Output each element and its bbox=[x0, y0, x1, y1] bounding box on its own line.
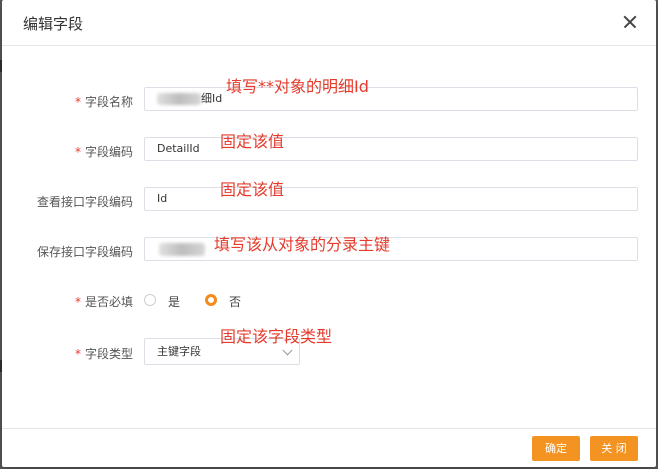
query-code-input[interactable]: Id bbox=[144, 187, 638, 211]
required-mark: * bbox=[74, 95, 81, 109]
edit-field-dialog: 编辑字段 * 字段名称 细Id 填写**对象的明细Id * 字段编码 DetailI… bbox=[2, 0, 656, 467]
radio-no[interactable] bbox=[205, 294, 217, 306]
required-label: * 是否必填 bbox=[75, 293, 133, 310]
required-mark: * bbox=[74, 347, 81, 361]
dialog-header: 编辑字段 bbox=[2, 0, 656, 46]
annotation-field-name: 填写**对象的明细Id bbox=[226, 77, 369, 96]
field-type-label-text: 字段类型 bbox=[84, 347, 133, 361]
radio-no-label: 否 bbox=[229, 295, 242, 309]
query-code-label: 查看接口字段编码 bbox=[36, 195, 133, 209]
field-name-label-text: 字段名称 bbox=[84, 95, 133, 109]
annotation-query-code: 固定该值 bbox=[220, 180, 285, 199]
radio-yes[interactable] bbox=[144, 294, 156, 306]
field-type-value: 主键字段 bbox=[157, 345, 201, 358]
field-type-label: * 字段类型 bbox=[75, 345, 133, 362]
annotation-field-code: 固定该值 bbox=[220, 132, 285, 151]
required-label-text: 是否必填 bbox=[84, 295, 133, 309]
save-code-label: 保存接口字段编码 bbox=[36, 245, 133, 259]
field-code-input[interactable]: DetailId bbox=[144, 137, 638, 161]
dialog-title: 编辑字段 bbox=[23, 15, 84, 33]
field-name-input[interactable]: 细Id bbox=[144, 87, 638, 111]
field-code-label: * 字段编码 bbox=[75, 143, 133, 160]
radio-yes-label: 是 bbox=[168, 295, 181, 309]
required-mark: * bbox=[74, 295, 81, 309]
field-name-value: 细Id bbox=[201, 92, 223, 105]
blurred-text bbox=[157, 93, 201, 105]
field-name-label: * 字段名称 bbox=[75, 93, 133, 110]
field-code-label-text: 字段编码 bbox=[84, 145, 133, 159]
required-mark: * bbox=[74, 145, 81, 159]
close-icon[interactable] bbox=[618, 10, 642, 34]
chevron-down-icon bbox=[282, 345, 293, 356]
footer-divider bbox=[2, 428, 656, 429]
blurred-text bbox=[159, 243, 205, 256]
annotation-save-code: 填写该从对象的分录主键 bbox=[214, 235, 391, 254]
confirm-button[interactable]: 确定 bbox=[532, 436, 580, 461]
close-button[interactable]: 关 闭 bbox=[590, 436, 638, 461]
annotation-field-type: 固定该字段类型 bbox=[220, 327, 333, 346]
